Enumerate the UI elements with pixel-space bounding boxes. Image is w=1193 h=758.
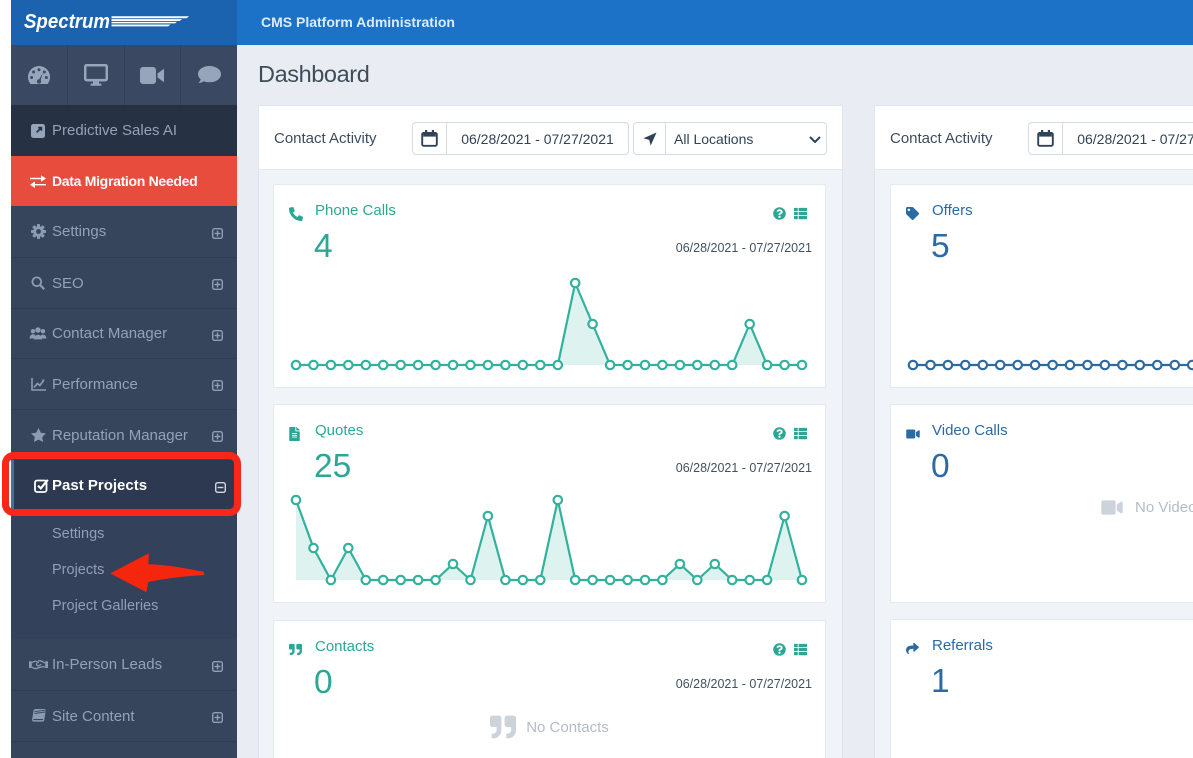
svg-text:Spectrum: Spectrum [24,11,110,33]
